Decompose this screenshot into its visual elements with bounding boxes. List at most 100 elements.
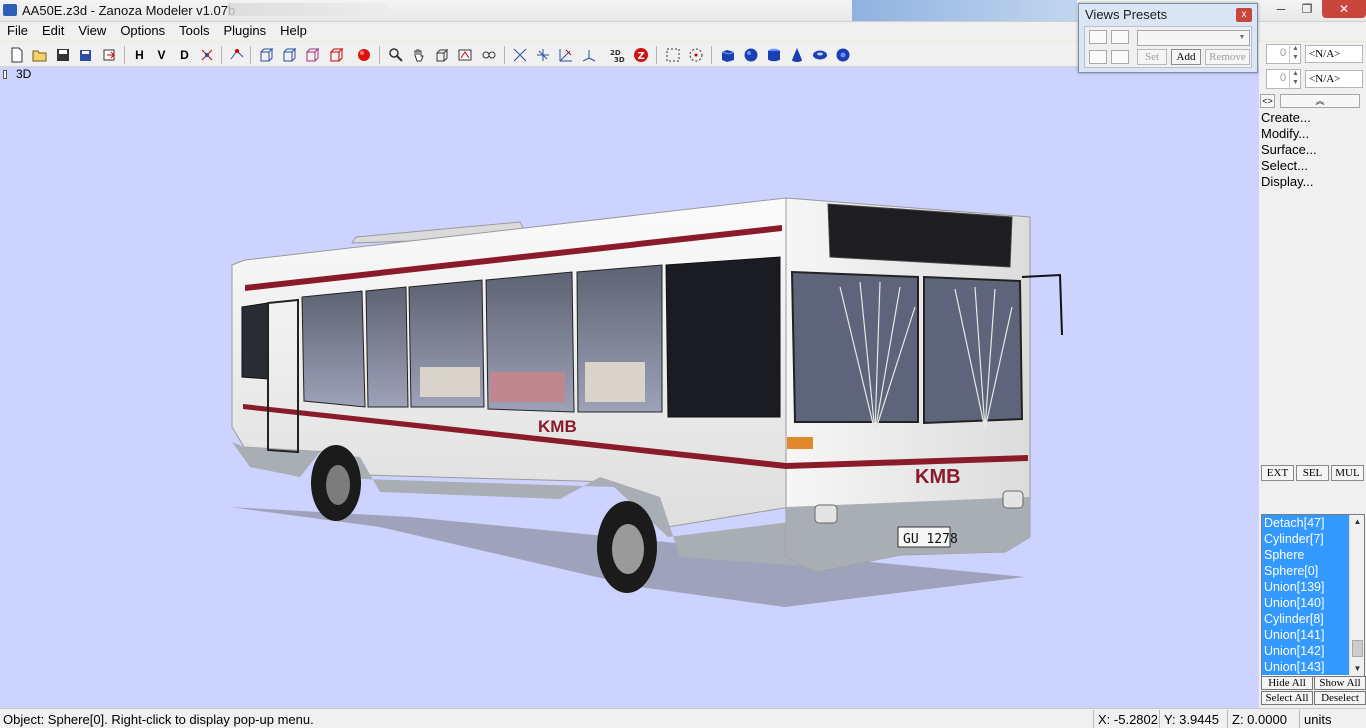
sel-button[interactable]: SEL: [1296, 465, 1329, 481]
title-bar-blur-right: [852, 0, 1077, 21]
window-title: AA50E.z3d - Zanoza Modeler v1.07b: [22, 3, 236, 18]
3d-viewport[interactable]: 3D KMB KMB GU 1278: [0, 67, 1259, 708]
spinner-value: <N/A>: [1305, 45, 1363, 63]
menu-options[interactable]: Options: [113, 22, 172, 41]
front-brand-text: KMB: [915, 466, 961, 488]
preset-slot[interactable]: [1089, 30, 1107, 44]
pan-hand-icon[interactable]: [410, 46, 427, 63]
rotate-icon[interactable]: [534, 46, 551, 63]
add-button[interactable]: Add: [1171, 49, 1201, 65]
object-list[interactable]: Detach[47] Cylinder[7] Sphere Sphere[0] …: [1261, 514, 1365, 677]
box-side-icon[interactable]: [280, 46, 297, 63]
torus-icon[interactable]: [811, 46, 828, 63]
menu-edit[interactable]: Edit: [35, 22, 71, 41]
export-icon[interactable]: [100, 46, 117, 63]
title-bar-blur: [228, 3, 388, 16]
new-file-icon[interactable]: [8, 46, 25, 63]
render-icon[interactable]: [456, 46, 473, 63]
z-icon[interactable]: Z: [632, 46, 649, 63]
status-bar: Object: Sphere[0]. Right-click to displa…: [0, 708, 1366, 728]
vertex-select-icon[interactable]: [228, 46, 245, 63]
red-sphere-icon[interactable]: [355, 46, 372, 63]
surface-menu[interactable]: Surface...: [1261, 142, 1317, 157]
list-item[interactable]: Union[141]: [1262, 627, 1349, 643]
collapse-up-button[interactable]: ︽: [1280, 94, 1360, 108]
scroll-down-icon[interactable]: ▼: [1350, 662, 1364, 676]
disc-icon[interactable]: [834, 46, 851, 63]
zoom-icon[interactable]: [387, 46, 404, 63]
scroll-up-icon[interactable]: ▲: [1350, 515, 1364, 529]
display-menu[interactable]: Display...: [1261, 174, 1314, 189]
h-view-button[interactable]: H: [131, 46, 148, 63]
menu-view[interactable]: View: [71, 22, 113, 41]
box-top-icon[interactable]: [303, 46, 320, 63]
box-view-icon[interactable]: [433, 46, 450, 63]
create-menu[interactable]: Create...: [1261, 110, 1311, 125]
spinner-arrows[interactable]: ▲ ▼: [1289, 44, 1301, 64]
box-wire-icon[interactable]: [327, 46, 344, 63]
main-toolbar: H V D 2D 3D Z: [0, 42, 1259, 67]
seat-row: [420, 367, 480, 397]
list-item[interactable]: Sphere[0]: [1262, 563, 1349, 579]
axes-icon[interactable]: [580, 46, 597, 63]
show-all-button[interactable]: Show All: [1314, 676, 1366, 690]
2d-3d-icon[interactable]: 2D 3D: [608, 46, 625, 63]
list-item[interactable]: Union[142]: [1262, 643, 1349, 659]
cube-icon[interactable]: [719, 46, 736, 63]
cone-icon[interactable]: [788, 46, 805, 63]
box-front-icon[interactable]: [257, 46, 274, 63]
object-list-scrollbar[interactable]: ▲ ▼: [1349, 515, 1364, 676]
toolbar-separator: [124, 46, 125, 64]
axis-icon[interactable]: [198, 46, 215, 63]
ext-button[interactable]: EXT: [1261, 465, 1294, 481]
mul-button[interactable]: MUL: [1331, 465, 1364, 481]
remove-button[interactable]: Remove: [1205, 49, 1250, 65]
menu-tools[interactable]: Tools: [172, 22, 216, 41]
minimize-button[interactable]: ─: [1270, 0, 1292, 18]
camera-icon[interactable]: [480, 46, 497, 63]
hide-all-button[interactable]: Hide All: [1261, 676, 1313, 690]
headlight-right: [1002, 490, 1024, 509]
open-file-icon[interactable]: [31, 46, 48, 63]
select-all-button[interactable]: Select All: [1261, 691, 1313, 705]
save-icon[interactable]: [54, 46, 71, 63]
set-button[interactable]: Set: [1137, 49, 1167, 65]
maximize-button[interactable]: ❐: [1296, 0, 1318, 18]
d-view-button[interactable]: D: [176, 46, 193, 63]
deselect-button[interactable]: Deselect: [1314, 691, 1366, 705]
list-item[interactable]: Cylinder[8]: [1262, 611, 1349, 627]
side-window: [301, 290, 366, 408]
modify-menu[interactable]: Modify...: [1261, 126, 1309, 141]
v-view-button[interactable]: V: [153, 46, 170, 63]
circle-select-icon[interactable]: [687, 46, 704, 63]
views-presets-title: Views Presets: [1085, 7, 1168, 22]
rect-select-icon[interactable]: [664, 46, 681, 63]
menu-file[interactable]: File: [0, 22, 35, 41]
preset-slot[interactable]: [1111, 30, 1129, 44]
list-item[interactable]: Union[143]: [1262, 659, 1349, 675]
scale-icon[interactable]: [557, 46, 574, 63]
preset-dropdown[interactable]: ▼: [1137, 30, 1250, 46]
status-z: Z: 0.0000: [1227, 710, 1290, 728]
expand-left-button[interactable]: <>: [1260, 94, 1275, 108]
preset-slot[interactable]: [1089, 50, 1107, 64]
menu-plugins[interactable]: Plugins: [216, 22, 273, 41]
menu-help[interactable]: Help: [273, 22, 314, 41]
list-item[interactable]: Cylinder[7]: [1262, 531, 1349, 547]
close-button[interactable]: ✕: [1322, 0, 1366, 18]
list-item[interactable]: Union[140]: [1262, 595, 1349, 611]
list-item[interactable]: Detach[47]: [1262, 515, 1349, 531]
move-icon[interactable]: [511, 46, 528, 63]
seat-row: [585, 362, 645, 402]
scroll-thumb[interactable]: [1352, 640, 1363, 657]
views-presets-close-button[interactable]: x: [1236, 8, 1252, 22]
spinner-arrows[interactable]: ▲ ▼: [1289, 69, 1301, 89]
list-item[interactable]: Sphere: [1262, 547, 1349, 563]
svg-text:Z: Z: [637, 51, 644, 62]
select-menu[interactable]: Select...: [1261, 158, 1308, 173]
preset-slot[interactable]: [1111, 50, 1129, 64]
list-item[interactable]: Union[139]: [1262, 579, 1349, 595]
sphere-icon[interactable]: [742, 46, 759, 63]
cylinder-icon[interactable]: [765, 46, 782, 63]
save-as-icon[interactable]: [77, 46, 94, 63]
